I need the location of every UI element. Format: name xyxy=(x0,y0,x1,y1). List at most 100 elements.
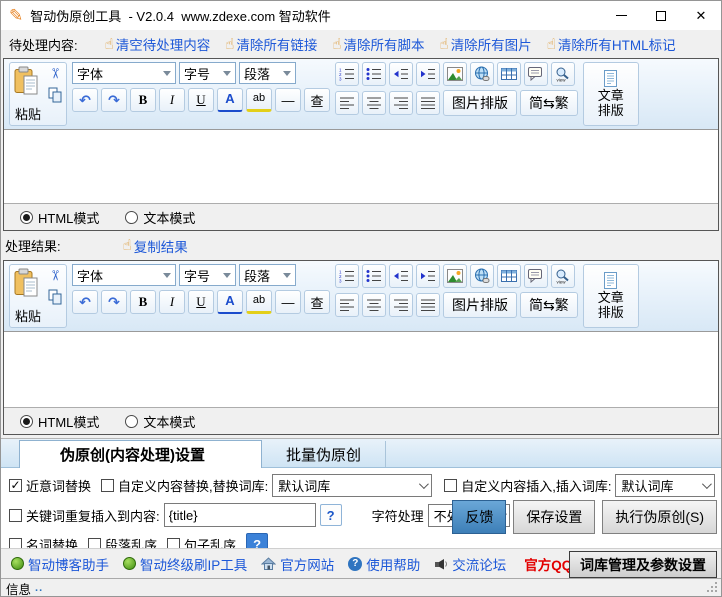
font-color-button[interactable]: A xyxy=(217,88,243,112)
blog-assistant-link[interactable]: 智动博客助手 xyxy=(11,554,109,574)
bullet-list-button[interactable] xyxy=(362,62,386,86)
undo-button[interactable]: ↶ xyxy=(72,290,98,314)
preview-button[interactable]: view xyxy=(551,264,575,288)
italic-button[interactable]: I xyxy=(159,290,185,314)
preview-button[interactable]: view xyxy=(551,62,575,86)
horizontal-rule-button[interactable]: — xyxy=(275,88,301,112)
close-button[interactable]: ✕ xyxy=(681,1,721,30)
insert-comment-button[interactable] xyxy=(524,264,548,288)
cut-button[interactable]: ✂ xyxy=(47,68,64,80)
insert-link-button[interactable] xyxy=(470,264,494,288)
numbered-list-button[interactable]: 123 xyxy=(335,62,359,86)
clear-links-link[interactable]: ☝ 清除所有链接 xyxy=(225,34,317,54)
simplified-traditional-button[interactable]: 简⇆繁 xyxy=(520,292,578,318)
keyword-insert-checkbox[interactable] xyxy=(9,508,22,522)
result-editor-textarea[interactable] xyxy=(4,331,718,408)
bold-button[interactable]: B xyxy=(130,88,156,112)
horizontal-rule-button[interactable]: — xyxy=(275,290,301,314)
result-html-mode-radio[interactable]: HTML模式 xyxy=(20,412,99,431)
bullet-list-button[interactable] xyxy=(362,264,386,288)
align-justify-button[interactable] xyxy=(416,91,440,115)
insert-image-button[interactable] xyxy=(443,264,467,288)
maximize-button[interactable] xyxy=(641,1,681,30)
font-size-combo[interactable]: 字号 xyxy=(179,264,236,286)
copy-button[interactable] xyxy=(48,87,63,104)
paragraph-combo[interactable]: 段落 xyxy=(239,62,296,84)
highlight-button[interactable]: ab xyxy=(246,88,272,112)
save-settings-button[interactable]: 保存设置 xyxy=(513,500,596,534)
insert-image-button[interactable] xyxy=(443,62,467,86)
align-center-button[interactable] xyxy=(362,91,386,115)
paste-button[interactable]: 粘贴 ✂ xyxy=(9,62,67,126)
tab-batch-pseudo-original[interactable]: 批量伪原创 xyxy=(262,441,387,467)
align-left-button[interactable] xyxy=(335,91,359,115)
redo-button[interactable]: ↷ xyxy=(101,88,127,112)
synonym-replace-checkbox[interactable] xyxy=(9,478,22,492)
insert-table-button[interactable] xyxy=(497,62,521,86)
find-button[interactable]: 查 xyxy=(304,290,330,314)
image-layout-button[interactable]: 图片排版 xyxy=(443,292,517,318)
help-link[interactable]: 使用帮助 xyxy=(348,554,420,574)
align-center-button[interactable] xyxy=(362,293,386,317)
dict-manage-button[interactable]: 词库管理及参数设置 xyxy=(569,551,717,578)
align-right-button[interactable] xyxy=(389,91,413,115)
article-layout-button[interactable]: 文章排版 xyxy=(582,62,639,126)
clear-html-tags-link[interactable]: ☝ 清除所有HTML标记 xyxy=(547,34,676,54)
clear-scripts-link[interactable]: ☝ 清除所有脚本 xyxy=(332,34,424,54)
custom-replace-checkbox[interactable] xyxy=(101,478,115,492)
tab-pseudo-original-settings[interactable]: 伪原创(内容处理)设置 xyxy=(19,440,262,468)
bold-button[interactable]: B xyxy=(130,290,156,314)
indent-button[interactable] xyxy=(416,264,440,288)
highlight-button[interactable]: ab xyxy=(246,290,272,314)
insert-comment-button[interactable] xyxy=(524,62,548,86)
forum-link[interactable]: 交流论坛 xyxy=(434,554,506,574)
paragraph-combo[interactable]: 段落 xyxy=(239,264,296,286)
source-editor-textarea[interactable] xyxy=(4,129,718,204)
result-editor-toolbar: 粘贴 ✂ 字体 字号 段落 ↶ ↷ B I U A ab — 查 1 2 3 v… xyxy=(4,261,718,331)
underline-button[interactable]: U xyxy=(188,290,214,314)
keyword-input[interactable] xyxy=(163,503,316,527)
clear-images-link[interactable]: ☝ 清除所有图片 xyxy=(440,34,532,54)
font-size-combo[interactable]: 字号 xyxy=(179,62,236,84)
result-editor-panel: 粘贴 ✂ 字体 字号 段落 ↶ ↷ B I U A ab — 查 1 2 3 v… xyxy=(3,260,719,435)
replace-dict-combo[interactable]: 默认词库 xyxy=(272,473,433,497)
source-html-mode-radio[interactable]: HTML模式 xyxy=(20,208,99,227)
minimize-button[interactable] xyxy=(601,1,641,30)
font-family-combo[interactable]: 字体 xyxy=(72,62,176,84)
outdent-button[interactable] xyxy=(389,62,413,86)
copy-button[interactable] xyxy=(48,289,63,306)
image-layout-button[interactable]: 图片排版 xyxy=(443,90,517,116)
align-justify-button[interactable] xyxy=(416,293,440,317)
find-button[interactable]: 查 xyxy=(304,88,330,112)
insert-link-button[interactable] xyxy=(470,62,494,86)
insert-table-button[interactable] xyxy=(497,264,521,288)
result-text-mode-radio[interactable]: 文本模式 xyxy=(125,412,195,431)
undo-button[interactable]: ↶ xyxy=(72,88,98,112)
font-color-button[interactable]: A xyxy=(217,290,243,314)
insert-dict-combo[interactable]: 默认词库 xyxy=(615,473,715,497)
align-right-button[interactable] xyxy=(389,293,413,317)
redo-button[interactable]: ↷ xyxy=(101,290,127,314)
underline-button[interactable]: U xyxy=(188,88,214,112)
cut-button[interactable]: ✂ xyxy=(47,270,64,282)
copy-result-link[interactable]: ☝ 复制结果 xyxy=(123,236,188,256)
feedback-button[interactable]: 反馈 xyxy=(452,500,507,534)
simplified-traditional-button[interactable]: 简⇆繁 xyxy=(520,90,578,116)
official-website-link[interactable]: 官方网站 xyxy=(261,554,334,574)
outdent-button[interactable] xyxy=(389,264,413,288)
indent-button[interactable] xyxy=(416,62,440,86)
resize-grip[interactable] xyxy=(715,590,717,592)
execute-pseudo-original-button[interactable]: 执行伪原创(S) xyxy=(602,500,717,534)
article-layout-button[interactable]: 文章排版 xyxy=(582,264,639,328)
font-family-combo[interactable]: 字体 xyxy=(72,264,176,286)
italic-button[interactable]: I xyxy=(159,88,185,112)
numbered-list-button[interactable]: 123 xyxy=(335,264,359,288)
svg-text:view: view xyxy=(557,77,567,82)
source-text-mode-radio[interactable]: 文本模式 xyxy=(125,208,195,227)
keyword-help-button[interactable]: ? xyxy=(319,504,342,526)
custom-insert-checkbox[interactable] xyxy=(444,478,458,492)
ip-tool-link[interactable]: 智动终级刷IP工具 xyxy=(123,554,247,574)
paste-button[interactable]: 粘贴 ✂ xyxy=(9,264,67,328)
align-left-button[interactable] xyxy=(335,293,359,317)
clear-pending-link[interactable]: ☝ 清空待处理内容 xyxy=(105,34,211,54)
